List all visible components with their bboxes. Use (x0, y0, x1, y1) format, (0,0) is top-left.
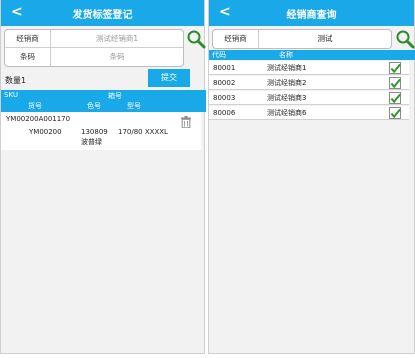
dealer-name: 测试经销商3 (267, 94, 307, 102)
entry-form: 经销商 测试经销商1 条码 条码 (4, 29, 184, 67)
app-header: < 经销商查询 (209, 0, 414, 26)
check-icon (390, 93, 401, 104)
row-checkbox[interactable] (389, 92, 401, 104)
color-name: 波普绿 (81, 138, 102, 146)
page-title: 发货标签登记 (72, 10, 133, 21)
list-item[interactable]: YM00200A001170 YM00200 130809 波普绿 170/80… (1, 112, 201, 150)
table-row[interactable]: 80001 测试经销商1 (209, 61, 409, 75)
size-header: 型号 (127, 102, 141, 110)
barcode-input[interactable]: 条码 (51, 48, 183, 66)
color-header: 色号 (87, 102, 101, 110)
size-value: 170/80 XXXXL (118, 128, 168, 136)
check-icon (390, 78, 401, 89)
quantity-label: 数量1 (5, 76, 27, 85)
search-icon[interactable] (186, 29, 206, 49)
box-number: YM00200A001170 (6, 115, 71, 123)
row-checkbox[interactable] (389, 77, 401, 89)
check-icon (390, 108, 401, 119)
row-checkbox[interactable] (389, 107, 401, 119)
dealer-code: 80006 (213, 109, 236, 117)
search-icon[interactable] (395, 29, 415, 49)
dealer-label: 经销商 (213, 30, 259, 48)
shipping-label-screen: < 发货标签登记 经销商 测试经销商1 条码 条码 数量1 提交 SKU 箱号 … (0, 0, 206, 354)
dealer-field[interactable]: 测试经销商1 (51, 30, 183, 47)
table-row[interactable]: 80002 测试经销商2 (209, 76, 409, 90)
dealer-search-screen: < 经销商查询 经销商 测试 代码 名称 80001 测试经销商1 80002 … (208, 0, 415, 354)
page-title: 经销商查询 (286, 10, 337, 21)
table-row[interactable]: 80006 测试经销商6 (209, 106, 409, 120)
dealer-table-header: 代码 名称 (209, 50, 415, 60)
color-code: 130809 (81, 128, 108, 136)
dealer-name: 测试经销商6 (267, 109, 307, 117)
goods-number: YM00200 (29, 128, 62, 136)
table-row[interactable]: 80003 测试经销商3 (209, 91, 409, 105)
dealer-label: 经销商 (5, 30, 51, 47)
dealer-name: 测试经销商2 (267, 79, 307, 87)
sku-header: SKU (4, 91, 18, 99)
app-header: < 发货标签登记 (1, 0, 204, 26)
dealer-search-row: 经销商 测试 (213, 30, 391, 48)
dealer-row: 经销商 测试经销商1 (5, 30, 183, 48)
dealer-code: 80002 (213, 79, 236, 87)
trash-icon[interactable] (181, 116, 191, 129)
dealer-search-input[interactable]: 测试 (259, 30, 391, 48)
code-header: 代码 (212, 51, 226, 59)
dealer-code: 80001 (213, 64, 236, 72)
check-icon (390, 63, 401, 74)
goods-header: 货号 (28, 102, 42, 110)
row-checkbox[interactable] (389, 62, 401, 74)
barcode-row: 条码 条码 (5, 48, 183, 66)
box-header: 箱号 (108, 92, 122, 100)
submit-button[interactable]: 提交 (148, 69, 190, 87)
barcode-label: 条码 (5, 48, 51, 66)
search-form: 经销商 测试 (212, 29, 392, 49)
dealer-name: 测试经销商1 (267, 64, 307, 72)
name-header: 名称 (279, 51, 293, 59)
sku-table-header: SKU 箱号 货号 色号 型号 (1, 90, 206, 112)
dealer-code: 80003 (213, 94, 236, 102)
